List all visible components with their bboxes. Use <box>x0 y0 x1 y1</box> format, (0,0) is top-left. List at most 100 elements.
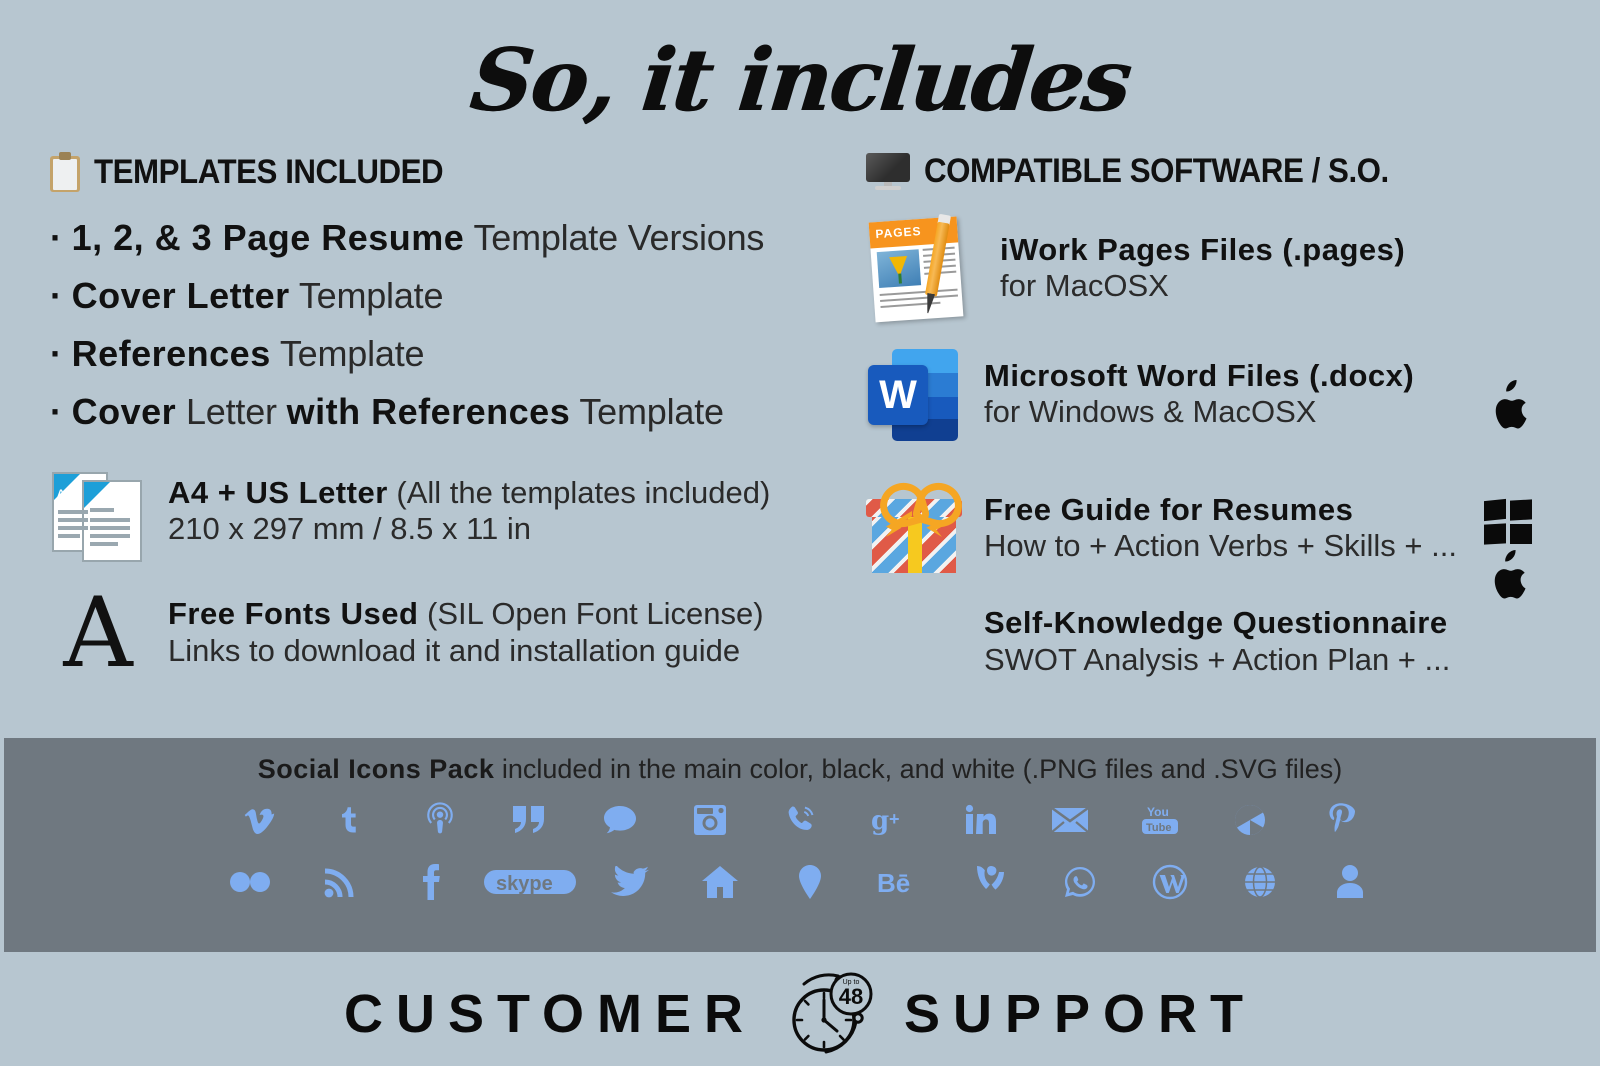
feature-title-bold: Self-Knowledge Questionnaire <box>984 605 1448 640</box>
list-item: · 1, 2, & 3 Page Resume Template Version… <box>50 220 850 256</box>
map-pin-icon[interactable] <box>765 859 855 905</box>
person-icon[interactable] <box>1305 859 1395 905</box>
feature-microsoft-word: W Microsoft Word Files (.docx) for Windo… <box>866 347 1566 599</box>
word-letter: W <box>879 373 917 417</box>
feature-free-fonts: A Free Fonts Used (SIL Open Font License… <box>50 577 850 689</box>
windows-logo-icon <box>1484 498 1532 545</box>
social-icons-row-2: skype Bē <box>4 859 1596 905</box>
clock-badge-number: 48 <box>839 984 863 1009</box>
infographic-page: So, it includes TEMPLATES INCLUDED · 1, … <box>0 0 1600 1066</box>
tumblr-icon[interactable] <box>305 797 395 843</box>
feature-title-rest: (All the templates included) <box>387 474 771 510</box>
list-item-rest-2: Template <box>570 391 724 432</box>
feature-subtitle: 210 x 297 mm / 8.5 x 11 in <box>168 511 532 547</box>
quote-icon[interactable] <box>485 797 575 843</box>
svg-text:g: g <box>871 806 889 836</box>
clipboard-icon <box>50 152 80 192</box>
feature-title-bold: iWork Pages Files (.pages) <box>1000 231 1406 267</box>
social-caption: Social Icons Pack included in the main c… <box>4 754 1596 785</box>
feature-title-rest: (SIL Open Font License) <box>418 596 764 631</box>
phone-icon[interactable] <box>755 797 845 843</box>
feature-iwork-pages: PAGES iWork Pages Files (.pages) for Mac… <box>866 213 1566 429</box>
customer-support-footer: CUSTOMER Up to 48 SUPPORT <box>0 962 1600 1066</box>
serif-letter-a-icon: A <box>50 577 146 689</box>
templates-heading-label: TEMPLATES INCLUDED <box>94 152 444 191</box>
aperture-icon[interactable] <box>1205 797 1295 843</box>
feature-subtitle: for MacOSX <box>1000 268 1169 304</box>
twitter-icon[interactable] <box>585 859 675 905</box>
footer-word-left: CUSTOMER <box>343 984 756 1044</box>
pinterest-icon[interactable] <box>1295 797 1385 843</box>
list-item-bold: Cover <box>71 391 177 432</box>
a4-documents-icon: A4 <box>50 466 146 562</box>
youtube-icon[interactable]: You Tube <box>1115 797 1205 843</box>
feature-title-bold: Microsoft Word Files (.docx) <box>984 357 1415 393</box>
chat-bubble-icon[interactable] <box>575 797 665 843</box>
social-icons-band: Social Icons Pack included in the main c… <box>4 738 1596 952</box>
feature-a4-us-letter: A4 A4 + US Letter (All the templates inc… <box>50 466 850 562</box>
templates-heading: TEMPLATES INCLUDED <box>50 152 850 192</box>
feature-subtitle: for Windows & MacOSX <box>984 394 1317 430</box>
list-item-bold: Cover Letter <box>71 275 290 316</box>
rss-icon[interactable] <box>295 859 385 905</box>
apple-logo-icon <box>1495 380 1527 429</box>
desktop-monitor-icon <box>866 152 910 191</box>
svg-text:You: You <box>1147 805 1169 819</box>
iwork-pages-icon: PAGES <box>866 213 978 323</box>
templates-bullet-list: · 1, 2, & 3 Page Resume Template Version… <box>50 220 850 430</box>
list-item-bold: 1, 2, & 3 Page Resume <box>71 217 465 258</box>
feature-title: Free Fonts Used (SIL Open Font License) <box>168 596 764 632</box>
email-icon[interactable] <box>1025 797 1115 843</box>
svg-text:+: + <box>889 809 900 829</box>
flickr-icon[interactable] <box>205 859 295 905</box>
list-item-bold: References <box>71 333 271 374</box>
list-item: · Cover Letter with References Template <box>50 394 850 430</box>
bullet-dot: · <box>50 217 62 258</box>
os-logos-word <box>1484 498 1532 602</box>
instagram-icon[interactable] <box>665 797 755 843</box>
page-title: So, it includes <box>465 30 1135 131</box>
facebook-icon[interactable] <box>385 859 475 905</box>
letter-a-glyph: A <box>63 577 133 689</box>
feature-title-bold: Free Guide for Resumes <box>984 491 1354 527</box>
svg-text:Tube: Tube <box>1146 822 1171 834</box>
podcast-icon[interactable] <box>395 797 485 843</box>
linkedin-icon[interactable] <box>935 797 1025 843</box>
software-heading-label: COMPATIBLE SOFTWARE / S.O. <box>924 152 1389 190</box>
feature-title-bold: Free Fonts Used <box>168 596 419 631</box>
list-item-rest: Letter <box>176 391 287 432</box>
clock-48h-icon: Up to 48 <box>782 968 878 1060</box>
globe-icon[interactable] <box>1215 859 1305 905</box>
vimeo-icon[interactable] <box>215 797 305 843</box>
skype-icon[interactable]: skype <box>475 859 585 905</box>
templates-column: TEMPLATES INCLUDED · 1, 2, & 3 Page Resu… <box>50 152 850 689</box>
feature-title: iWork Pages Files (.pages) <box>1000 232 1405 268</box>
list-item-rest: Template <box>270 333 425 374</box>
feature-subtitle: SWOT Analysis + Action Plan + ... <box>984 641 1451 677</box>
social-caption-rest: included in the main color, black, and w… <box>494 754 1343 784</box>
whatsapp-icon[interactable] <box>1035 859 1125 905</box>
microsoft-word-icon: W <box>866 347 962 443</box>
wordpress-icon[interactable] <box>1125 859 1215 905</box>
behance-icon[interactable]: Bē <box>855 859 945 905</box>
list-item-bold-2: with References <box>286 391 571 432</box>
svg-text:Bē: Bē <box>877 868 910 898</box>
social-icons-row-1: g + You Tube <box>4 797 1596 843</box>
list-item: · References Template <box>50 336 850 372</box>
feature-subtitle: Links to download it and installation gu… <box>168 632 741 668</box>
feature-self-knowledge: Self-Knowledge Questionnaire SWOT Analys… <box>866 605 1566 679</box>
feature-title: Free Guide for Resumes <box>984 492 1457 528</box>
bullet-dot: · <box>50 391 62 432</box>
svg-text:skype: skype <box>496 873 553 895</box>
feature-title: Self-Knowledge Questionnaire <box>984 605 1450 641</box>
social-caption-bold: Social Icons Pack <box>257 754 495 784</box>
footer-word-right: SUPPORT <box>903 984 1257 1044</box>
google-plus-icon[interactable]: g + <box>845 797 935 843</box>
bullet-dot: · <box>50 275 62 316</box>
gift-box-icon <box>866 477 968 577</box>
feature-title: A4 + US Letter (All the templates includ… <box>168 475 770 511</box>
list-item-rest: Template Versions <box>464 217 765 258</box>
home-icon[interactable] <box>675 859 765 905</box>
os-logos-pages <box>1486 380 1532 432</box>
vine-icon[interactable] <box>945 859 1035 905</box>
